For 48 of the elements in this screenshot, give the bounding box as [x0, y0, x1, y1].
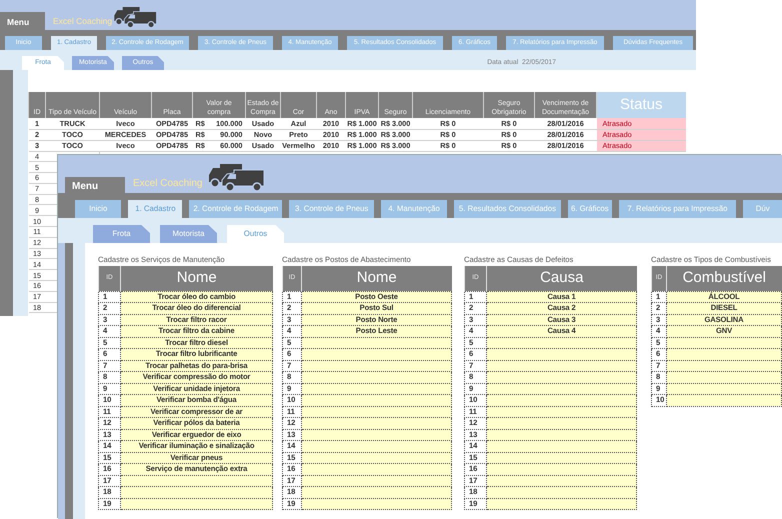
column-header: Causa [486, 266, 636, 291]
input-field[interactable] [120, 498, 272, 510]
input-field[interactable] [486, 418, 636, 429]
input-field[interactable] [302, 360, 452, 372]
menu-label[interactable]: Menu [65, 177, 125, 193]
input-field[interactable] [302, 475, 452, 486]
input-field[interactable] [666, 372, 782, 383]
input-field[interactable] [666, 337, 782, 348]
input-field[interactable] [302, 383, 452, 394]
input-field[interactable] [666, 383, 782, 394]
input-field[interactable] [486, 440, 636, 452]
brand-title: Excel Coaching [53, 15, 112, 28]
column-header: Status [596, 92, 686, 118]
input-field[interactable] [302, 418, 452, 429]
input-field[interactable] [486, 429, 636, 440]
input-field[interactable] [666, 394, 782, 406]
input-field[interactable] [486, 498, 636, 510]
input-field[interactable] [486, 486, 636, 498]
input-field[interactable] [302, 498, 452, 510]
input-field[interactable] [302, 394, 452, 406]
input-field[interactable] [486, 475, 636, 486]
input-field[interactable] [486, 452, 636, 464]
input-field[interactable] [302, 348, 452, 360]
input-field[interactable] [302, 464, 452, 475]
input-field[interactable] [120, 486, 272, 498]
input-field[interactable] [302, 372, 452, 383]
input-field[interactable] [486, 337, 636, 348]
column-header: Nome [302, 266, 452, 291]
input-field[interactable] [120, 475, 272, 486]
input-field[interactable] [486, 360, 636, 372]
brand-title: Excel Coaching [133, 177, 202, 191]
input-field[interactable] [666, 348, 782, 360]
input-field[interactable] [302, 406, 452, 418]
menu-label[interactable]: Menu [0, 12, 45, 30]
input-field[interactable] [302, 337, 452, 348]
input-field[interactable] [302, 429, 452, 440]
input-field[interactable] [486, 348, 636, 360]
input-field[interactable] [486, 464, 636, 475]
column-header: Combustível [666, 266, 782, 291]
input-field[interactable] [302, 452, 452, 464]
input-field[interactable] [486, 372, 636, 383]
input-field[interactable] [486, 394, 636, 406]
input-field[interactable] [302, 440, 452, 452]
column-header: Nome [120, 266, 272, 291]
input-field[interactable] [486, 383, 636, 394]
input-field[interactable] [486, 406, 636, 418]
input-field[interactable] [302, 486, 452, 498]
input-field[interactable] [666, 360, 782, 372]
